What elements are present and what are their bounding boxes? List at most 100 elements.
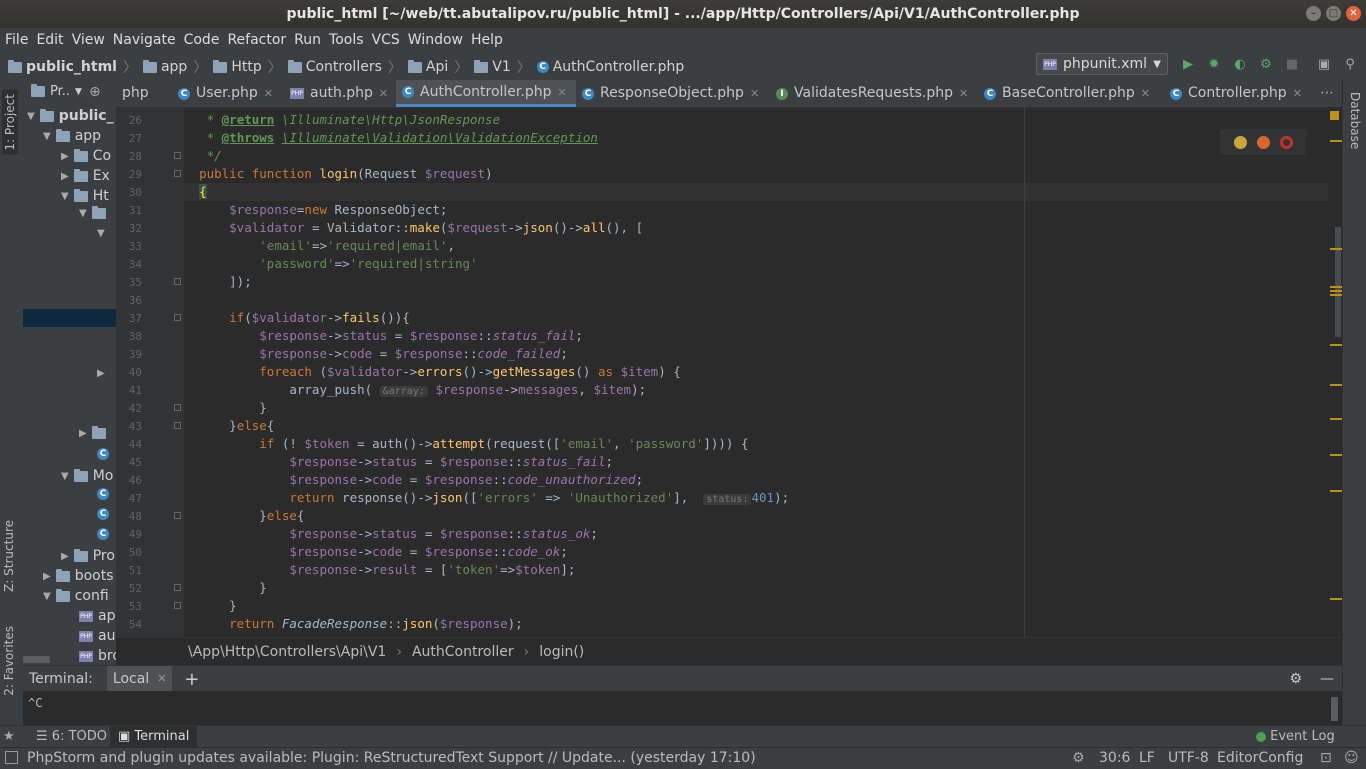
fold-marker-icon[interactable] — [174, 422, 181, 429]
tree-item[interactable]: PHPbro — [79, 648, 116, 664]
project-structure-icon[interactable]: ▣ — [1316, 57, 1332, 73]
fold-marker-icon[interactable] — [174, 314, 181, 321]
warning-indicator-icon[interactable] — [1330, 111, 1339, 120]
tab-php[interactable]: php — [116, 80, 172, 107]
star-icon[interactable]: ★ — [3, 729, 15, 744]
inspector-icon[interactable]: ☺ — [1344, 750, 1359, 766]
tree-item[interactable]: ▶ — [79, 426, 106, 439]
tree-item[interactable]: PHP au — [79, 628, 115, 644]
menu-window[interactable]: Window — [403, 32, 466, 48]
stop-icon[interactable]: ■ — [1284, 57, 1300, 73]
close-icon[interactable]: ✕ — [157, 666, 166, 692]
caret-position[interactable]: 30:6 — [1099, 750, 1130, 766]
tree-item[interactable]: ▼ Ht — [61, 188, 109, 204]
tool-windows-toggle-icon[interactable] — [5, 751, 18, 764]
namespace-crumb[interactable]: \App\Http\Controllers\Api\V1 — [188, 644, 386, 660]
menu-refactor[interactable]: Refactor — [222, 32, 289, 48]
tree-item[interactable]: ▼ public_ — [27, 108, 114, 124]
fold-marker-icon[interactable] — [174, 404, 181, 411]
tree-item[interactable]: ▶ — [97, 368, 105, 379]
minimize-button[interactable]: – — [1306, 6, 1321, 21]
close-window-button[interactable]: ✕ — [1346, 6, 1361, 21]
tree-item[interactable]: C — [97, 528, 109, 540]
tree-item[interactable]: C — [97, 448, 109, 460]
breadcrumb-item[interactable]: Api — [426, 59, 448, 75]
breadcrumb-item[interactable]: V1 — [492, 59, 510, 75]
line-separator[interactable]: LF — [1139, 750, 1155, 766]
profile-icon[interactable]: ⚙ — [1258, 57, 1274, 73]
marker[interactable] — [1330, 384, 1342, 386]
marker[interactable] — [1330, 454, 1342, 456]
tab-basecontroller-php[interactable]: C BaseController.php ✕ — [978, 80, 1164, 107]
marker[interactable] — [1330, 286, 1342, 288]
tab-controller-php[interactable]: C Controller.php ✕ — [1164, 80, 1314, 107]
fold-marker-icon[interactable] — [174, 512, 181, 519]
status-message[interactable]: PhpStorm and plugin updates available: P… — [27, 750, 756, 766]
tree-item[interactable]: C — [97, 508, 109, 520]
tree-item[interactable]: C — [97, 488, 109, 500]
tab-responseobject-php[interactable]: C ResponseObject.php ✕ — [576, 80, 770, 107]
tree-item[interactable]: ▼ — [97, 228, 105, 239]
tab-terminal-local[interactable]: Local ✕ — [106, 666, 173, 692]
breadcrumb-item[interactable]: public_html — [26, 59, 117, 75]
marker[interactable] — [1330, 418, 1342, 420]
menu-tools[interactable]: Tools — [324, 32, 367, 48]
method-crumb[interactable]: login() — [539, 644, 584, 660]
hide-panel-icon[interactable]: — — [1320, 671, 1334, 687]
menu-navigate[interactable]: Navigate — [108, 32, 179, 48]
menu-view[interactable]: View — [67, 32, 108, 48]
todo-tool-button[interactable]: ☰ 6: TODO — [36, 729, 107, 744]
tree-item[interactable]: ▼ confi — [43, 588, 109, 604]
terminal-tool-button[interactable]: ▣ Terminal — [110, 726, 198, 748]
error-stripe[interactable] — [1328, 107, 1342, 637]
tab-authcontroller-php[interactable]: C AuthController.php ✕ — [396, 80, 576, 107]
chrome-icon[interactable] — [1233, 135, 1247, 149]
marker[interactable] — [1330, 490, 1342, 492]
menu-code[interactable]: Code — [179, 32, 223, 48]
project-view-selector[interactable]: Pr.. ▼ — [31, 84, 82, 99]
event-log-button[interactable]: Event Log — [1256, 729, 1335, 744]
editorconfig-indicator[interactable]: EditorConfig — [1217, 750, 1303, 766]
fold-marker-icon[interactable] — [174, 170, 181, 177]
lock-icon[interactable]: ⊡ — [1320, 750, 1332, 766]
coverage-icon[interactable]: ◐ — [1232, 57, 1248, 73]
run-icon[interactable]: ▶ — [1180, 57, 1196, 73]
fold-marker-icon[interactable] — [174, 584, 181, 591]
firefox-icon[interactable] — [1256, 135, 1270, 149]
horizontal-scrollbar[interactable] — [23, 656, 50, 663]
search-icon[interactable]: ⚲ — [1342, 57, 1358, 73]
breadcrumb-item[interactable]: app — [161, 59, 187, 75]
tree-item[interactable]: ▼ Mo — [61, 468, 113, 484]
marker[interactable] — [1330, 598, 1342, 600]
code-editor[interactable]: * @return \Illuminate\Http\JsonResponse … — [184, 107, 1342, 637]
tab-auth-php[interactable]: PHP auth.php ✕ — [284, 80, 396, 107]
vertical-scrollbar-thumb[interactable] — [1335, 227, 1341, 337]
breadcrumb-item[interactable]: AuthController.php — [553, 59, 685, 75]
debug-icon[interactable]: ✹ — [1206, 57, 1222, 73]
menu-run[interactable]: Run — [289, 32, 324, 48]
menu-file[interactable]: File — [0, 32, 31, 48]
terminal-output[interactable]: ^C — [23, 691, 1342, 725]
breadcrumb-item[interactable]: Http — [231, 59, 261, 75]
menu-edit[interactable]: Edit — [31, 32, 66, 48]
terminal-scrollbar[interactable] — [1331, 697, 1338, 721]
database-tool-tab[interactable]: Database — [1348, 92, 1362, 149]
tree-item[interactable]: ▶ Co — [61, 148, 111, 164]
structure-tool-tab[interactable]: Z: Structure — [2, 520, 16, 592]
tree-item[interactable]: ▼ app — [43, 128, 101, 144]
marker[interactable] — [1330, 140, 1342, 142]
gear-icon[interactable]: ⚙ — [1289, 671, 1302, 687]
marker[interactable] — [1330, 344, 1342, 346]
tree-item[interactable]: ▶ Pro — [61, 548, 115, 564]
tab-validatesrequests-php[interactable]: I ValidatesRequests.php ✕ — [770, 80, 976, 107]
opera-icon[interactable] — [1279, 135, 1293, 149]
menu-help[interactable]: Help — [466, 32, 506, 48]
add-terminal-icon[interactable]: + — [184, 669, 199, 690]
menu-vcs[interactable]: VCS — [367, 32, 403, 48]
run-configuration-select[interactable]: PHP phpunit.xml ▼ — [1036, 53, 1168, 75]
fold-marker-icon[interactable] — [174, 278, 181, 285]
file-encoding[interactable]: UTF-8 — [1168, 750, 1209, 766]
fold-marker-icon[interactable] — [174, 152, 181, 159]
tree-item[interactable]: ▶ Ex — [61, 168, 110, 184]
favorites-tool-tab[interactable]: 2: Favorites — [2, 626, 16, 696]
